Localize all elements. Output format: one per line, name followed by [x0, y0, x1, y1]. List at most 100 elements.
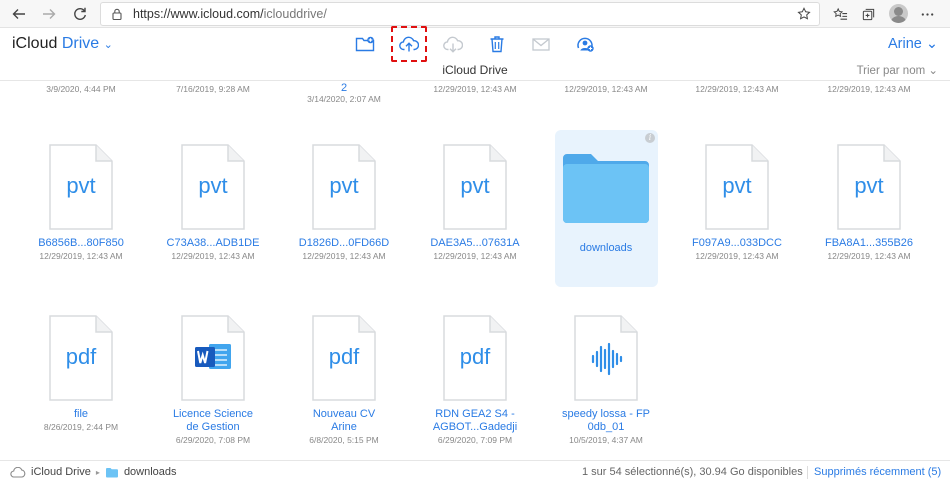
top-item[interactable]: 2 3/14/2020, 2:07 AM	[279, 82, 409, 104]
item-date: 12/29/2019, 12:43 AM	[827, 84, 911, 94]
url-text: https://www.icloud.com/iclouddrive/	[133, 7, 327, 21]
top-item[interactable]: 12/29/2019, 12:43 AM	[541, 84, 671, 94]
item-name: file	[73, 408, 89, 420]
footer-divider	[807, 466, 808, 479]
breadcrumb-separator-icon: ▸	[95, 467, 100, 477]
info-icon[interactable]: i	[645, 133, 655, 143]
top-item[interactable]: 12/29/2019, 12:43 AM	[804, 84, 934, 94]
sort-menu[interactable]: Trier par nom ⌄	[857, 63, 938, 77]
file-item[interactable]: pvt B6856B...80F850 12/29/2019, 12:43 AM	[16, 143, 146, 261]
top-item[interactable]: 12/29/2019, 12:43 AM	[410, 84, 540, 94]
item-date: 12/29/2019, 12:43 AM	[302, 251, 386, 261]
item-date: 6/8/2020, 5:15 PM	[309, 435, 379, 445]
user-menu[interactable]: Arine ⌄	[888, 36, 938, 52]
item-name: Nouveau CV Arine	[279, 408, 409, 434]
file-item[interactable]: pvt F097A9...033DCC 12/29/2019, 12:43 AM	[672, 143, 802, 261]
top-item[interactable]: 12/29/2019, 12:43 AM	[672, 84, 802, 94]
breadcrumb: iCloud Drive ▸ downloads	[10, 466, 177, 478]
share-icon[interactable]	[574, 33, 596, 55]
folder-icon	[561, 150, 651, 225]
file-item[interactable]: pvt FBA8A1...355B26 12/29/2019, 12:43 AM	[804, 143, 934, 261]
item-name-line1: speedy lossa - FP	[561, 408, 651, 420]
item-name: DAE3A5...07631A	[430, 237, 520, 249]
lock-icon	[112, 8, 122, 20]
new-folder-icon[interactable]	[354, 33, 376, 55]
cloud-icon	[10, 466, 26, 478]
item-name-line1: Nouveau CV	[312, 408, 376, 420]
mail-icon[interactable]	[530, 33, 552, 55]
favorites-icon[interactable]	[830, 4, 850, 24]
item-name-line1: Licence Science	[172, 408, 254, 420]
refresh-icon[interactable]	[69, 3, 91, 25]
item-name-line2: Arine	[331, 421, 357, 433]
recently-deleted-link[interactable]: Supprimés récemment (5)	[814, 466, 941, 478]
collections-icon[interactable]	[858, 4, 878, 24]
folder-icon	[105, 467, 118, 477]
item-date: 12/29/2019, 12:43 AM	[433, 84, 517, 94]
file-extension: pvt	[66, 173, 96, 198]
app-title-menu[interactable]: iCloud Drive ⌄	[12, 35, 113, 53]
folder-title: iCloud Drive	[442, 63, 508, 77]
back-arrow-icon[interactable]	[8, 3, 30, 25]
item-date: 12/29/2019, 12:43 AM	[695, 84, 779, 94]
file-extension: pdf	[65, 344, 97, 369]
forward-arrow-icon[interactable]	[38, 3, 60, 25]
file-item[interactable]: pdf Nouveau CV Arine 6/8/2020, 5:15 PM	[279, 314, 409, 445]
chevron-down-icon: ⌄	[103, 39, 113, 51]
item-date: 12/29/2019, 12:43 AM	[564, 84, 648, 94]
document-icon	[180, 314, 246, 402]
file-item[interactable]: speedy lossa - FP 0db_01 10/5/2019, 4:37 …	[541, 314, 671, 445]
document-icon: pdf	[442, 314, 508, 402]
browser-toolbar: https://www.icloud.com/iclouddrive/	[0, 0, 950, 28]
document-icon: pdf	[311, 314, 377, 402]
url-host: https://www.icloud.com/	[133, 7, 264, 21]
upload-highlight-box	[391, 26, 427, 62]
item-name: C73A38...ADB1DE	[166, 237, 260, 249]
top-row: 3/9/2020, 4:44 PM 7/16/2019, 9:28 AM 2 3/…	[0, 81, 950, 111]
file-item[interactable]: Licence Science de Gestion 6/29/2020, 7:0…	[148, 314, 278, 445]
top-item[interactable]: 7/16/2019, 9:28 AM	[148, 84, 278, 94]
file-extension: pvt	[198, 173, 228, 198]
star-icon[interactable]	[797, 7, 811, 21]
item-date: 7/16/2019, 9:28 AM	[176, 84, 250, 94]
document-icon: pvt	[836, 143, 902, 231]
item-date: 6/29/2020, 7:08 PM	[175, 435, 251, 445]
item-name: 2	[340, 82, 348, 94]
file-extension: pdf	[328, 344, 360, 369]
item-name-line2: de Gestion	[186, 421, 240, 433]
document-icon: pvt	[442, 143, 508, 231]
item-date: 12/29/2019, 12:43 AM	[39, 251, 123, 261]
item-date: 12/29/2019, 12:43 AM	[827, 251, 911, 261]
breadcrumb-root[interactable]: iCloud Drive	[31, 466, 91, 478]
file-item[interactable]: pdf RDN GEA2 S4 - AGBOT...Gadedji 6/29/20…	[410, 314, 540, 445]
file-extension: pdf	[459, 344, 491, 369]
file-item[interactable]: pvt DAE3A5...07631A 12/29/2019, 12:43 AM	[410, 143, 540, 261]
app-header: iCloud Drive ⌄ Arine ⌄	[0, 29, 950, 59]
address-bar[interactable]: https://www.icloud.com/iclouddrive/	[100, 2, 820, 26]
document-icon	[573, 314, 639, 402]
item-name-line2: 0db_01	[587, 421, 625, 433]
file-item[interactable]: pvt C73A38...ADB1DE 12/29/2019, 12:43 AM	[148, 143, 278, 261]
word-icon	[195, 344, 231, 369]
file-item[interactable]: pdf file 8/26/2019, 2:44 PM	[16, 314, 146, 432]
breadcrumb-current[interactable]: downloads	[124, 466, 177, 478]
profile-avatar[interactable]	[889, 4, 908, 23]
item-name: F097A9...033DCC	[692, 237, 782, 249]
file-item[interactable]: pvt D1826D...0FD66D 12/29/2019, 12:43 AM	[279, 143, 409, 261]
file-extension: pvt	[722, 173, 752, 198]
more-menu-icon[interactable]	[917, 4, 937, 24]
download-icon[interactable]	[442, 33, 464, 55]
selection-status: 1 sur 54 sélectionné(s), 30.94 Go dispon…	[582, 466, 803, 478]
item-date: 8/26/2019, 2:44 PM	[43, 422, 119, 432]
item-name-line2: AGBOT...Gadedji	[432, 421, 518, 433]
document-icon: pvt	[48, 143, 114, 231]
delete-icon[interactable]	[486, 33, 508, 55]
item-name: FBA8A1...355B26	[824, 237, 914, 249]
file-extension: pvt	[854, 173, 884, 198]
item-date: 12/29/2019, 12:43 AM	[433, 251, 517, 261]
top-item[interactable]: 3/9/2020, 4:44 PM	[16, 84, 146, 94]
file-extension: pvt	[329, 173, 359, 198]
document-icon: pvt	[180, 143, 246, 231]
document-icon: pvt	[704, 143, 770, 231]
folder-item-downloads[interactable]: downloads	[541, 150, 671, 255]
